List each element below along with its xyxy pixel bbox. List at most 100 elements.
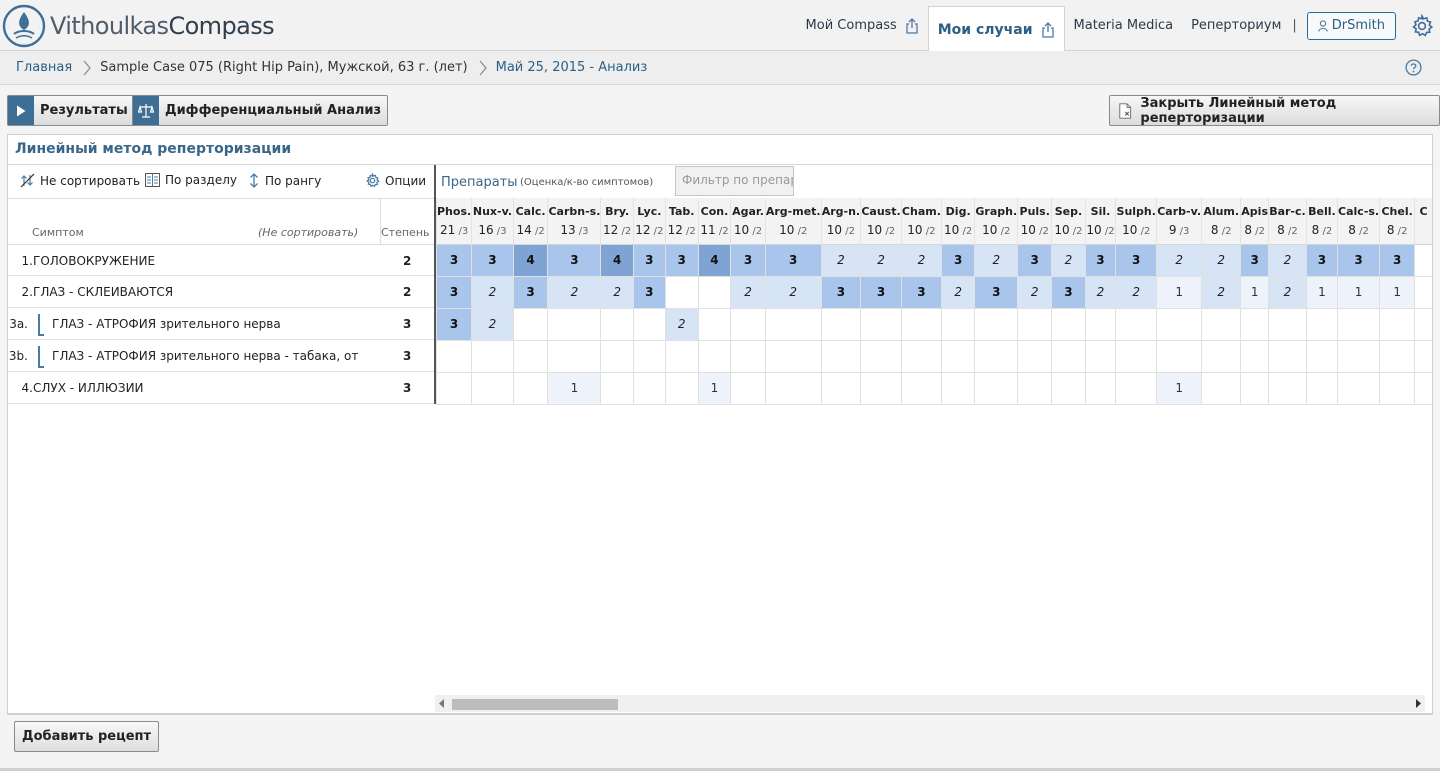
remedy-column-header[interactable]: Carb-v. 9 /3	[1156, 198, 1202, 244]
remedy-column-header[interactable]: Sil. 10 /2	[1084, 198, 1116, 244]
remedy-column-header[interactable]: Caust. 10 /2	[860, 198, 902, 244]
sort-none-button[interactable]: Не сортировать	[20, 173, 140, 188]
options-button[interactable]: Опции	[365, 173, 426, 188]
grade-cell[interactable]: 2	[600, 276, 634, 309]
grade-cell[interactable]: 3	[471, 243, 514, 277]
logo[interactable]: VithoulkasCompass	[2, 3, 275, 49]
grade-cell[interactable]: 3	[1084, 243, 1116, 277]
grade-cell[interactable]: 3	[1115, 243, 1157, 277]
symptom-degree[interactable]: 3	[403, 317, 411, 331]
symptom-header[interactable]: Симптом	[32, 226, 84, 239]
grade-cell[interactable]: 2	[1201, 276, 1241, 309]
horizontal-scrollbar[interactable]	[435, 695, 1425, 712]
grade-cell[interactable]: 2	[1115, 276, 1157, 309]
grade-cell[interactable]: 4	[600, 243, 634, 277]
close-linear-method-button[interactable]: Закрыть Линейный метод реперторизации	[1109, 95, 1440, 126]
remedy-column-header[interactable]: Tab. 12 /2	[664, 198, 699, 244]
grade-cell[interactable]: 2	[471, 308, 514, 341]
grade-cell[interactable]: 2	[1156, 243, 1202, 277]
remedy-column-header[interactable]: Bar-c. 8 /2	[1268, 198, 1307, 244]
remedy-column-header[interactable]: Calc-s. 8 /2	[1337, 198, 1380, 244]
differential-analysis-button[interactable]: Дифференциальный Анализ	[132, 95, 389, 126]
grade-cell[interactable]: 1	[1337, 276, 1380, 309]
grade-cell[interactable]: 3	[900, 276, 942, 309]
grade-cell[interactable]: 2	[940, 276, 975, 309]
symptom-row[interactable]: 2. ГЛАЗ - СКЛЕИВАЮТСЯ 2	[8, 276, 434, 308]
symptom-text[interactable]: ГЛАЗ - СКЛЕИВАЮТСЯ	[33, 285, 173, 299]
breadcrumb-current[interactable]: Май 25, 2015 - Анализ	[496, 60, 648, 75]
grade-cell[interactable]: 3	[664, 243, 699, 277]
grade-cell[interactable]: 3	[436, 308, 472, 341]
remedy-column-header[interactable]: Nux-v. 16 /3	[471, 198, 514, 244]
grade-cell[interactable]: 3	[1337, 243, 1380, 277]
remedy-column-header[interactable]: Lyc. 12 /2	[632, 198, 666, 244]
grade-cell[interactable]: 3	[436, 276, 472, 309]
grade-cell[interactable]: 3	[764, 243, 822, 277]
grade-cell[interactable]: 3	[547, 243, 601, 277]
remedy-column-header[interactable]: Con. 11 /2	[697, 198, 731, 244]
results-button[interactable]: Результаты	[7, 95, 135, 126]
remedy-column-header[interactable]: Phos. 21 /3	[436, 198, 472, 244]
grade-cell[interactable]: 3	[512, 276, 548, 309]
sort-by-rank-button[interactable]: По рангу	[248, 173, 321, 188]
grade-cell[interactable]: 2	[730, 276, 766, 309]
breadcrumb-home[interactable]: Главная	[16, 60, 72, 75]
remedy-column-header[interactable]: Bry. 12 /2	[600, 198, 634, 244]
grade-cell[interactable]: 2	[860, 243, 902, 277]
grade-cell[interactable]: 2	[764, 276, 822, 309]
grade-cell[interactable]: 3	[940, 243, 975, 277]
grade-cell[interactable]: 1	[697, 372, 731, 405]
symptom-text[interactable]: ГОЛОВОКРУЖЕНИЕ	[33, 254, 155, 268]
symptom-row[interactable]: 3b. ГЛАЗ - АТРОФИЯ зрительного нерва - та…	[8, 340, 434, 372]
remedy-filter-input[interactable]: Фильтр по препаратам	[675, 166, 794, 196]
grade-cell[interactable]: 2	[1268, 243, 1307, 277]
gear-icon[interactable]	[1410, 13, 1434, 38]
scroll-right-icon[interactable]	[1415, 699, 1421, 708]
grade-cell[interactable]: 2	[1201, 243, 1241, 277]
remedy-column-header[interactable]: Sulph. 10 /2	[1115, 198, 1157, 244]
grade-cell[interactable]: 3	[1240, 243, 1269, 277]
grade-cell[interactable]: 3	[730, 243, 766, 277]
symptom-text[interactable]: ГЛАЗ - АТРОФИЯ зрительного нерва - табак…	[52, 349, 358, 363]
grade-cell[interactable]: 2	[471, 276, 514, 309]
symptom-row[interactable]: 3a. ГЛАЗ - АТРОФИЯ зрительного нерва 3	[8, 308, 434, 340]
grade-cell[interactable]: 4	[512, 243, 548, 277]
remedy-column-header[interactable]: Puls. 10 /2	[1017, 198, 1052, 244]
symptom-degree[interactable]: 2	[403, 254, 411, 268]
grade-cell[interactable]: 1	[547, 372, 601, 405]
symptom-text[interactable]: ГЛАЗ - АТРОФИЯ зрительного нерва	[52, 317, 281, 331]
grade-cell[interactable]: 2	[1084, 276, 1116, 309]
grade-cell[interactable]: 3	[974, 276, 1018, 309]
nav-materia-medica[interactable]: Materia Medica	[1065, 0, 1183, 51]
remedy-column-header[interactable]: Carbn-s. 13 /3	[547, 198, 601, 244]
remedy-column-header[interactable]: Calc. 14 /2	[512, 198, 548, 244]
symptom-degree[interactable]: 3	[403, 349, 411, 363]
grade-cell[interactable]: 3	[1017, 243, 1052, 277]
remedy-column-header[interactable]: Graph. 10 /2	[974, 198, 1018, 244]
grade-cell[interactable]: 2	[1268, 276, 1307, 309]
grade-cell[interactable]: 3	[1379, 243, 1415, 277]
sort-by-section-button[interactable]: По разделу	[145, 173, 237, 187]
remedy-column-header[interactable]: Sep. 10 /2	[1051, 198, 1086, 244]
grade-cell[interactable]: 1	[1156, 372, 1202, 405]
nav-repertory[interactable]: Реперториум	[1182, 0, 1290, 51]
grade-cell[interactable]: 3	[860, 276, 902, 309]
remedy-column-header[interactable]: Bell. 8 /2	[1305, 198, 1338, 244]
grade-cell[interactable]: 4	[697, 243, 731, 277]
grade-cell[interactable]: 2	[974, 243, 1018, 277]
grade-cell[interactable]: 3	[1051, 276, 1086, 309]
grade-cell[interactable]: 2	[1051, 243, 1086, 277]
remedy-column-header[interactable]: Apis 8 /2	[1240, 198, 1269, 244]
remedy-column-header[interactable]: Cham. 10 /2	[900, 198, 942, 244]
breadcrumb-case[interactable]: Sample Case 075 (Right Hip Pain), Мужско…	[100, 60, 467, 75]
remedy-column-header[interactable]: Alum. 8 /2	[1201, 198, 1241, 244]
grade-cell[interactable]: 3	[632, 276, 666, 309]
add-prescription-button[interactable]: Добавить рецепт	[14, 721, 160, 752]
scroll-left-icon[interactable]	[439, 699, 445, 708]
remedy-column-header[interactable]: Arg-met. 10 /2	[764, 198, 822, 244]
nav-my-compass[interactable]: Мой Compass	[797, 0, 928, 51]
nav-my-cases[interactable]: Мои случаи	[927, 6, 1065, 52]
degree-header[interactable]: Степень	[381, 226, 430, 239]
user-menu-button[interactable]: DrSmith	[1306, 11, 1396, 40]
share-icon[interactable]	[1041, 21, 1055, 38]
